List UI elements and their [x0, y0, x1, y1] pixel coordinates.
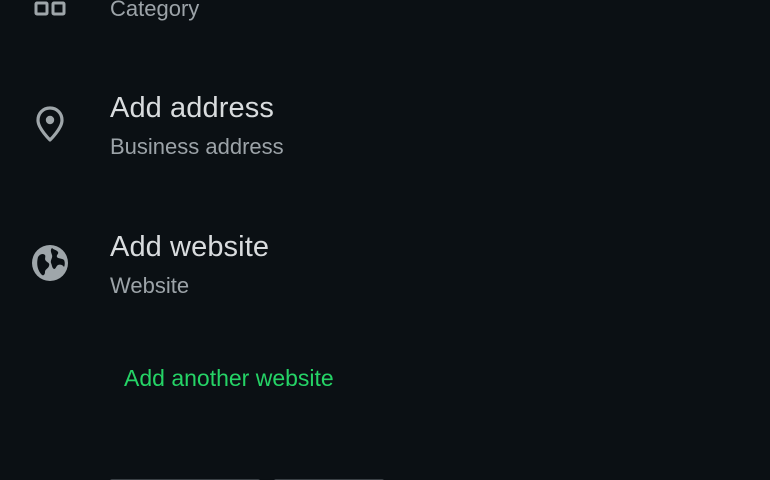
add-address-row[interactable]: Add address Business address	[0, 80, 770, 190]
location-pin-icon	[30, 104, 70, 144]
add-another-website-link[interactable]: Add another website	[124, 365, 334, 392]
category-icon	[30, 0, 70, 20]
globe-icon	[30, 243, 70, 283]
category-subtitle: Category	[110, 0, 200, 21]
add-website-title: Add website	[110, 231, 270, 263]
add-website-subtitle: Website	[110, 273, 190, 298]
category-row[interactable]: Category	[0, 0, 770, 55]
add-website-row[interactable]: Add website Website	[0, 220, 770, 330]
add-address-title: Add address	[110, 92, 274, 124]
business-profile-screen: Category Add address Business address Ad…	[0, 0, 770, 480]
add-address-subtitle: Business address	[110, 134, 284, 159]
next-row-partial	[110, 470, 410, 480]
